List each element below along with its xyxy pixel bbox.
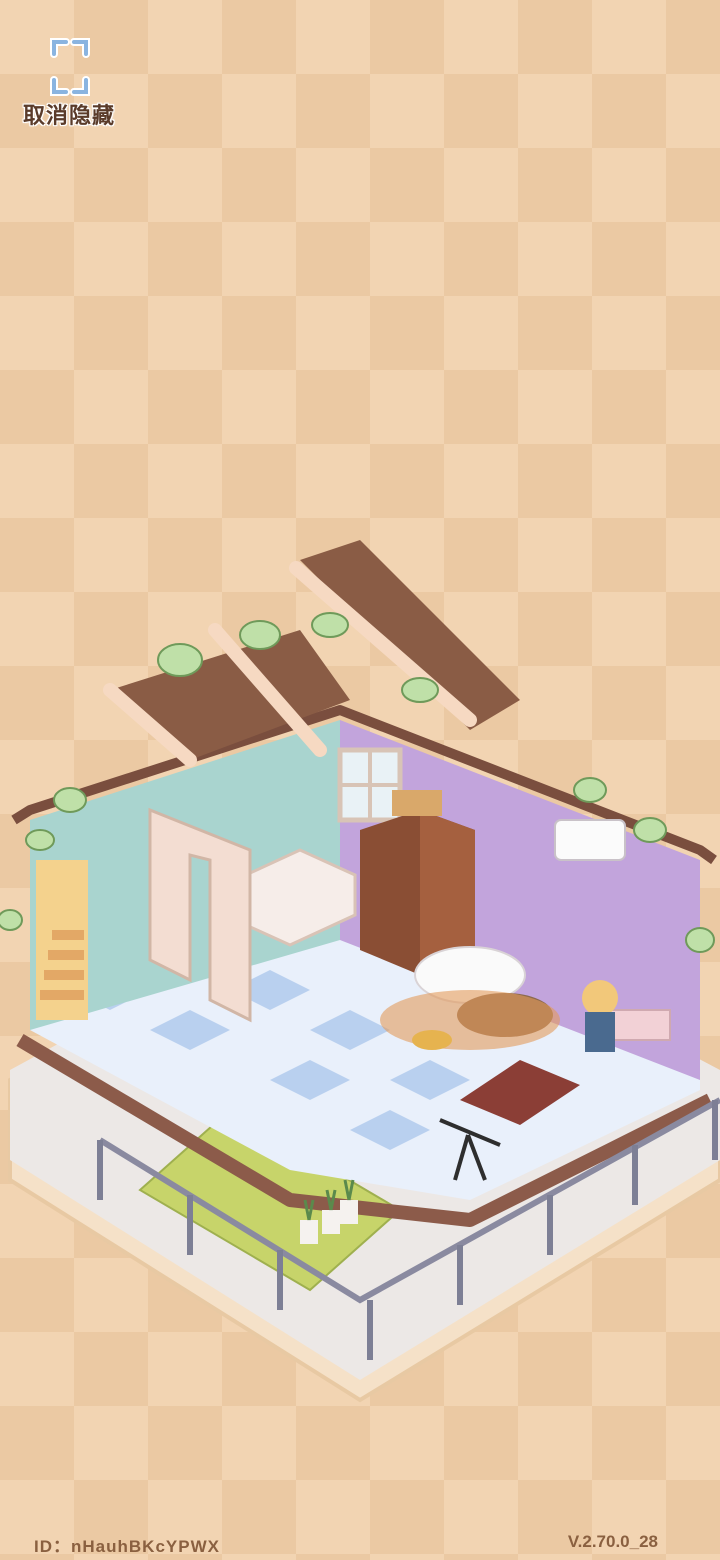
room-scene[interactable] [0,520,720,1420]
player-id-label: ID：nHauhBKcYPWX [34,1537,220,1556]
air-conditioner[interactable] [554,819,626,861]
wall-window[interactable] [337,747,403,823]
player-character[interactable] [582,980,618,1052]
restore-hidden-button[interactable]: 取消隐藏 [14,34,124,130]
version-label: V.2.70.0_28 [567,1532,658,1551]
stool[interactable] [412,1030,452,1050]
restore-hidden-label: 取消隐藏 [22,104,115,129]
floor-rug[interactable] [380,990,560,1050]
expand-frame-icon [50,38,90,96]
